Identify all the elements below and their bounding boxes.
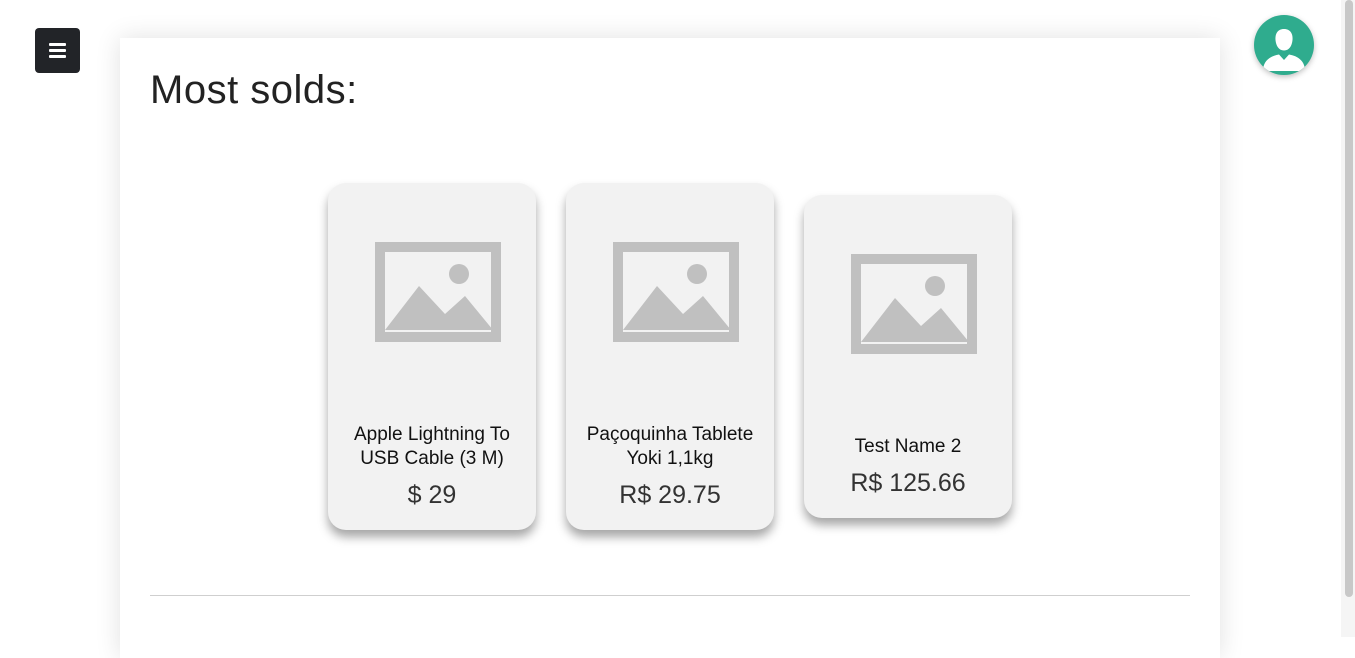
hamburger-icon [49, 42, 66, 60]
product-name: Paçoquinha Tablete Yoki 1,1kg [586, 424, 754, 469]
product-card[interactable]: Paçoquinha Tablete Yoki 1,1kg R$ 29.75 [566, 183, 774, 530]
product-card[interactable]: Apple Lightning To USB Cable (3 M) $ 29 [328, 183, 536, 530]
product-name: Apple Lightning To USB Cable (3 M) [354, 424, 510, 469]
product-name: Test Name 2 [854, 436, 962, 457]
image-placeholder-icon [851, 254, 977, 354]
menu-button[interactable] [35, 28, 80, 73]
product-card[interactable]: Test Name 2 R$ 125.66 [804, 195, 1012, 518]
user-avatar-button[interactable] [1254, 15, 1314, 75]
image-placeholder-icon [613, 242, 739, 342]
divider [150, 595, 1190, 596]
image-placeholder-icon [375, 242, 501, 342]
main-panel: Most solds: Apple Lightning To USB Cable… [120, 38, 1220, 658]
page-title: Most solds: [150, 68, 358, 112]
product-price: R$ 125.66 [850, 469, 966, 497]
user-icon [1263, 29, 1305, 71]
product-price: R$ 29.75 [619, 481, 721, 509]
product-price: $ 29 [407, 481, 457, 509]
scrollbar-thumb[interactable] [1345, 0, 1353, 597]
